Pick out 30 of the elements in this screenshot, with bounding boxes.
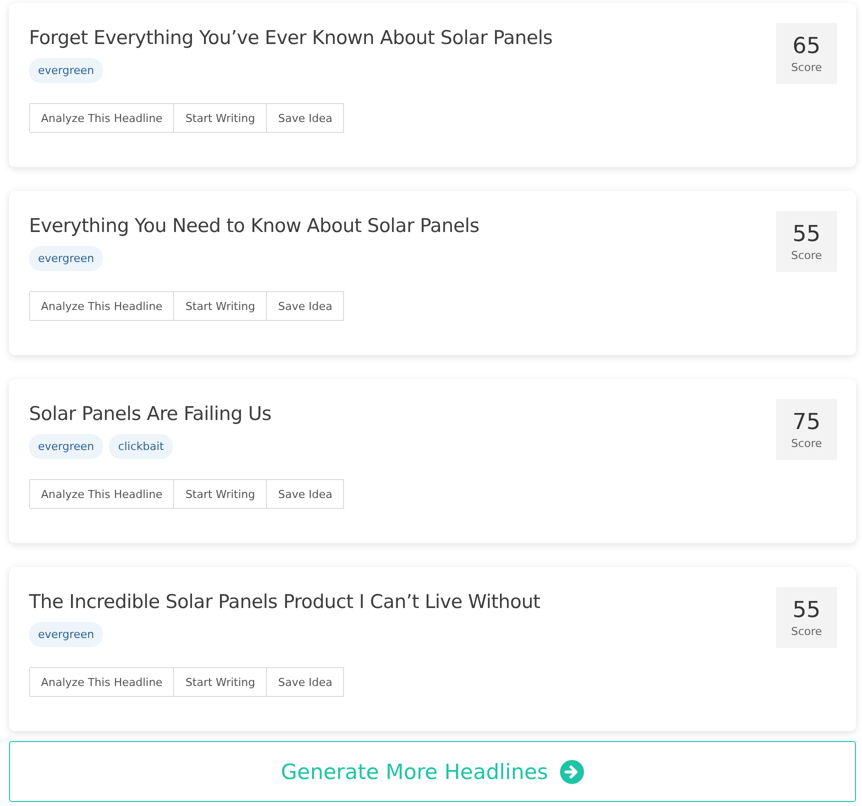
headline-title: Forget Everything You’ve Ever Known About Solar Panels [29,27,552,49]
tag-badge: evergreen [29,622,104,647]
headline-title: The Incredible Solar Panels Product I Can’t Live Without [29,591,540,613]
score-value: 55 [792,598,820,622]
action-button[interactable]: Start Writing [173,667,268,697]
headline-title: Everything You Need to Know About Solar Panels [29,215,480,237]
score-label: Score [791,60,822,74]
tag-badge: evergreen [29,434,104,459]
action-button[interactable]: Save Idea [266,479,344,509]
action-button[interactable]: Save Idea [266,103,344,133]
score-value: 75 [792,410,820,434]
tag-badge: evergreen [29,246,104,271]
action-button[interactable]: Analyze This Headline [29,291,174,321]
action-button[interactable]: Analyze This Headline [29,667,174,697]
action-button[interactable]: Start Writing [173,291,268,321]
action-button[interactable]: Start Writing [173,479,268,509]
score-label: Score [791,248,822,262]
headline-title: Solar Panels Are Failing Us [29,403,272,425]
score-label: Score [791,436,822,450]
arrow-right-icon [560,760,584,784]
tag-badge: evergreen [29,58,104,83]
score-value: 55 [792,222,820,246]
action-button[interactable]: Save Idea [266,667,344,697]
score-label: Score [791,624,822,638]
action-button[interactable]: Save Idea [266,291,344,321]
score-value: 65 [792,34,820,58]
action-button[interactable]: Analyze This Headline [29,103,174,133]
action-button[interactable]: Start Writing [173,103,268,133]
tag-badge: clickbait [109,434,173,459]
action-button[interactable]: Analyze This Headline [29,479,174,509]
